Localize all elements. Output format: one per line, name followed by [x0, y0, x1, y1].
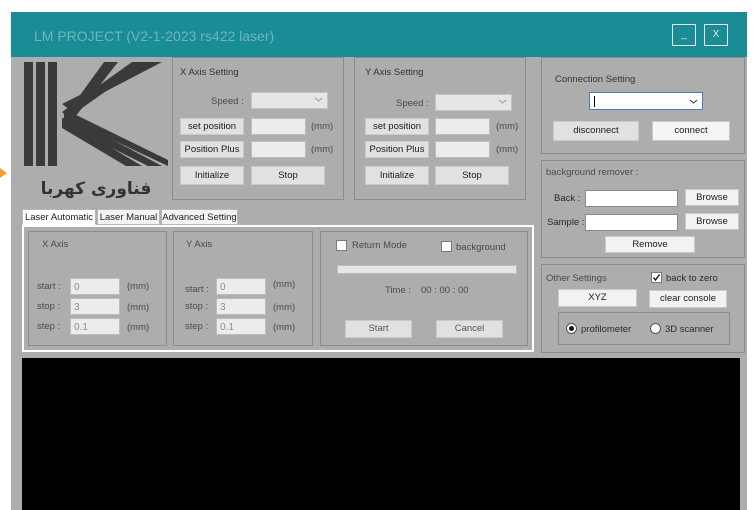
x-speed-label: Speed : [211, 96, 244, 107]
time-value: 00 : 00 : 00 [421, 285, 469, 296]
auto-x-step-label: step : [37, 321, 61, 332]
back-to-zero-label: back to zero [666, 273, 718, 284]
y-position-plus-unit: (mm) [496, 144, 519, 155]
y-set-position-input[interactable] [435, 118, 490, 135]
auto-y-stop-unit: (mm) [273, 302, 296, 313]
minimize-button[interactable]: _ [672, 24, 696, 46]
background-remover-title: background remover : [546, 167, 639, 178]
text-cursor [594, 96, 595, 107]
auto-y-start-unit: (mm) [273, 279, 296, 290]
auto-x-stop-input[interactable]: 3 [70, 298, 120, 315]
auto-y-start-label: start : [185, 284, 209, 295]
clear-console-button[interactable]: clear console [649, 290, 727, 308]
console-output[interactable] [22, 358, 740, 510]
x-axis-setting-title: X Axis Setting [180, 67, 239, 78]
auto-x-start-input[interactable]: 0 [70, 278, 120, 295]
y-speed-label: Speed : [396, 98, 429, 109]
chevron-down-icon [314, 97, 323, 102]
profilometer-label: profilometer [581, 324, 632, 335]
chevron-down-icon [689, 99, 698, 104]
sample-input[interactable] [585, 214, 678, 231]
remove-button[interactable]: Remove [605, 236, 695, 253]
profilometer-radio[interactable] [566, 323, 577, 334]
scan-progress-bar [337, 265, 517, 274]
y-position-plus-button[interactable]: Position Plus [365, 141, 429, 158]
disconnect-button[interactable]: disconnect [553, 121, 639, 141]
close-button[interactable]: X [704, 24, 728, 46]
x-position-plus-button[interactable]: Position Plus [180, 141, 244, 158]
tab-advanced-setting[interactable]: Advanced Setting [161, 209, 238, 225]
auto-y-step-input[interactable]: 0.1 [216, 318, 266, 335]
y-position-plus-input[interactable] [435, 141, 490, 158]
back-to-zero-checkbox[interactable] [651, 272, 662, 283]
auto-y-start-input[interactable]: 0 [216, 278, 266, 295]
background-checkbox[interactable] [441, 241, 452, 252]
auto-y-step-label: step : [185, 321, 209, 332]
auto-y-stop-input[interactable]: 3 [216, 298, 266, 315]
y-stop-button[interactable]: Stop [435, 166, 509, 185]
time-label: Time : [385, 285, 412, 296]
xyz-button[interactable]: XYZ [558, 289, 637, 307]
y-speed-select[interactable] [435, 94, 512, 111]
auto-x-stop-unit: (mm) [127, 302, 150, 313]
auto-x-step-input[interactable]: 0.1 [70, 318, 120, 335]
cancel-button[interactable]: Cancel [436, 320, 503, 338]
chevron-down-icon [498, 99, 507, 104]
other-settings-title: Other Settings [546, 273, 607, 284]
auto-x-axis-title: X Axis [42, 239, 69, 250]
back-input[interactable] [585, 190, 678, 207]
x-position-plus-input[interactable] [251, 141, 306, 158]
auto-y-step-unit: (mm) [273, 322, 296, 333]
3d-scanner-label: 3D scanner [665, 324, 714, 335]
3d-scanner-radio[interactable] [650, 323, 661, 334]
y-axis-setting-title: Y Axis Setting [365, 67, 424, 78]
y-set-position-unit: (mm) [496, 121, 519, 132]
connect-button[interactable]: connect [652, 121, 730, 141]
y-initialize-button[interactable]: Initialize [365, 166, 429, 185]
connection-setting-title: Connection Setting [555, 74, 636, 85]
x-speed-select[interactable] [251, 92, 328, 109]
back-browse-button[interactable]: Browse [685, 189, 739, 206]
checkmark-icon [652, 274, 661, 282]
x-initialize-button[interactable]: Initialize [180, 166, 244, 185]
window-title: LM PROJECT (V2-1-2023 rs422 laser) [34, 28, 275, 44]
port-select[interactable] [589, 92, 703, 110]
background-label: background [456, 242, 506, 253]
auto-x-start-label: start : [37, 281, 61, 292]
auto-y-stop-label: stop : [185, 301, 209, 312]
company-logo: فناوری کهربا [24, 62, 168, 199]
x-set-position-unit: (mm) [311, 121, 334, 132]
return-mode-label: Return Mode [352, 240, 407, 251]
auto-x-stop-label: stop : [37, 301, 61, 312]
start-button[interactable]: Start [345, 320, 412, 338]
sample-browse-button[interactable]: Browse [685, 213, 739, 230]
tab-laser-manual[interactable]: Laser Manual [97, 209, 160, 225]
x-stop-button[interactable]: Stop [251, 166, 325, 185]
arrow-marker-icon [0, 168, 7, 178]
auto-x-step-unit: (mm) [127, 322, 150, 333]
back-label: Back : [554, 193, 581, 204]
x-set-position-input[interactable] [251, 118, 306, 135]
tab-laser-automatic[interactable]: Laser Automatic [22, 209, 96, 225]
auto-y-axis-title: Y Axis [186, 239, 213, 250]
auto-x-start-unit: (mm) [127, 281, 150, 292]
x-set-position-button[interactable]: set position [180, 118, 244, 135]
return-mode-checkbox[interactable] [336, 240, 347, 251]
radio-dot [569, 326, 574, 331]
sample-label: Sample : [547, 217, 585, 228]
logo-text: فناوری کهربا [41, 179, 152, 199]
y-set-position-button[interactable]: set position [365, 118, 429, 135]
x-position-plus-unit: (mm) [311, 144, 334, 155]
